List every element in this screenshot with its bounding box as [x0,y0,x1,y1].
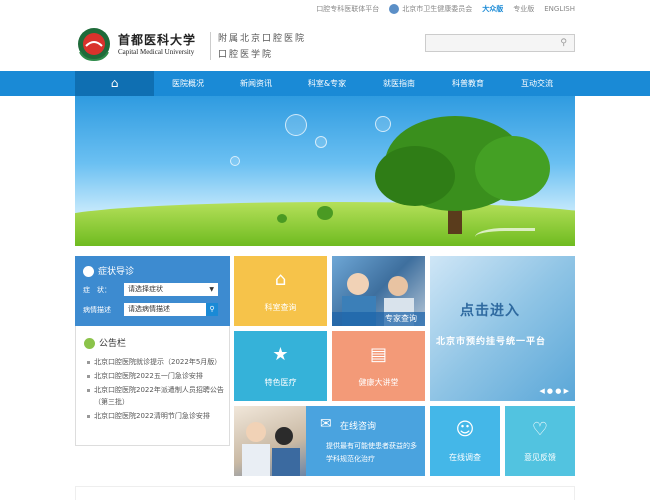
school-name: 口腔医学院 [218,50,274,60]
nav-home[interactable]: ⌂ [75,71,154,96]
list-item[interactable]: 北京口腔医院2022年派遣制人员招聘公告（第三批） [86,384,226,408]
bokeh [230,156,240,166]
registration-banner[interactable]: 点击进入 北京市预约挂号统一平台 ◀ ● ● ▶ [430,256,575,401]
tree-canopy [475,136,550,201]
nav-interaction[interactable]: 互动交流 [502,71,572,96]
notice-icon [84,338,95,349]
symptom-guide-panel: 症状导诊 症 状： 请选择症状 ▼ 病情描述 请选病情描述 ⚲ [75,256,230,326]
main-nav: ⌂ 医院概况 新闻资讯 科室&专家 就医指南 科普教育 互动交流 [0,71,650,96]
list-item[interactable]: 北京口腔医院2022清明节门急诊安排 [86,410,226,422]
notice-list: 北京口腔医院就诊提示（2022年5月版） 北京口腔医院2022五一门急诊安排 北… [86,356,226,424]
children-photo [242,422,300,476]
small-tree [277,214,287,223]
symptom-guide-title: 症状导诊 [83,264,134,277]
university-logo[interactable] [76,26,112,62]
nav-departments[interactable]: 科室&专家 [290,71,364,96]
link-public-version[interactable]: 大众版 [482,4,503,14]
tree-canopy [375,146,455,206]
university-name-cn: 首都医科大学 [118,33,197,47]
notice-board: 公告栏 北京口腔医院就诊提示（2022年5月版） 北京口腔医院2022五一门急诊… [75,326,230,446]
tile-special-care[interactable]: ★ 特色医疗 [234,331,327,401]
tile-expert-search[interactable]: 专家查询 [332,256,425,326]
heart-icon: ♡ [531,419,549,440]
house-icon: ⌂ [274,269,287,290]
registration-cta: 点击进入 [460,303,520,319]
path [475,228,535,246]
book-icon: ▤ [369,344,387,365]
online-consult-title: 在线咨询 [340,422,377,432]
link-english[interactable]: ENGLISH [544,5,575,13]
tile-online-survey[interactable]: ☺ 在线调查 [430,406,500,476]
link-health-commission[interactable]: 北京市卫生健康委员会 [389,4,472,14]
home-icon: ⌂ [110,76,119,90]
condition-input[interactable]: 请选病情描述 ⚲ [124,303,218,316]
symptom-select[interactable]: 请选择症状 ▼ [124,283,218,296]
notice-title: 公告栏 [84,336,126,349]
tile-department-search[interactable]: ⌂ 科室查询 [234,256,327,326]
tile-label: 特色医疗 [264,378,297,387]
nav-about[interactable]: 医院概况 [154,71,222,96]
nav-education[interactable]: 科普教育 [434,71,502,96]
chevron-down-icon: ▼ [209,286,214,293]
user-plus-icon: ☺ [455,419,475,440]
bokeh [375,116,391,132]
link-alliance[interactable]: 口腔专科医联体平台 [316,4,379,14]
list-item[interactable]: 北京口腔医院就诊提示（2022年5月版） [86,356,226,368]
badge-icon: ★ [272,344,289,365]
small-tree [317,206,333,220]
tile-label: 专家查询 [332,312,425,326]
nav-guide[interactable]: 就医指南 [364,71,434,96]
consult-photo[interactable] [234,406,306,476]
tile-health-lecture[interactable]: ▤ 健康大讲堂 [332,331,425,401]
emblem-icon [389,4,400,14]
tile-feedback[interactable]: ♡ 意见反馈 [505,406,575,476]
university-name-en: Capital Medical University [118,48,195,56]
carousel-controls[interactable]: ◀ ● ● ▶ [539,387,569,395]
bokeh [315,136,327,148]
tile-label: 在线调查 [449,453,481,462]
bokeh [285,114,307,136]
search-icon[interactable]: ⚲ [560,38,567,48]
search-input[interactable]: ⚲ [425,34,575,52]
registration-platform: 北京市预约挂号统一平台 [436,337,547,347]
hospital-name: 附属北京口腔医院 [218,34,307,44]
tile-label: 意见反馈 [524,453,556,462]
next-section-border [75,486,575,500]
chat-icon: ✉ [320,416,332,432]
hero-banner[interactable] [75,96,575,246]
search-icon[interactable]: ⚲ [206,303,218,316]
header-divider [210,32,211,60]
tile-label: 健康大讲堂 [358,378,399,387]
link-professional-version[interactable]: 专业版 [513,4,534,14]
condition-label: 病情描述 [83,306,111,314]
nav-news[interactable]: 新闻资讯 [222,71,290,96]
online-consult-desc: 提供最有可能使患者获益的多学科规范化治疗 [326,442,417,463]
list-item[interactable]: 北京口腔医院2022五一门急诊安排 [86,370,226,382]
top-links-bar: 口腔专科医联体平台 北京市卫生健康委员会 大众版 专业版 ENGLISH [0,0,650,18]
tile-online-consult[interactable]: ✉ 在线咨询 提供最有可能使患者获益的多学科规范化治疗 [306,406,425,476]
site-header: 首都医科大学 Capital Medical University 附属北京口腔… [0,18,650,70]
tile-label: 科室查询 [264,303,297,312]
stethoscope-icon [83,266,94,277]
symptom-label: 症 状： [83,286,111,294]
